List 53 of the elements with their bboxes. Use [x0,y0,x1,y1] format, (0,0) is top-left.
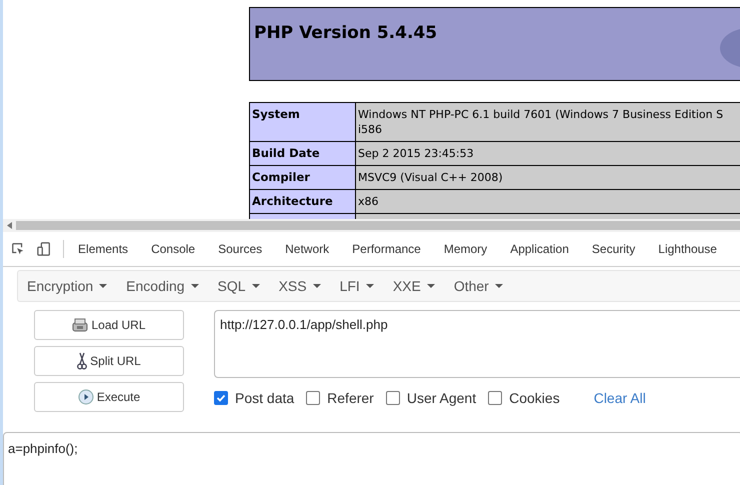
table-cell: x86 [356,190,740,214]
table-cell: MSVC9 (Visual C++ 2008) [356,166,740,190]
dropdown-menu[interactable]: XXE [388,278,439,294]
caret-icon [312,284,321,288]
play-circle-icon [78,389,94,405]
scissors-icon [77,352,88,370]
devtools-tab[interactable]: Elements [78,242,128,256]
action-button[interactable]: Execute [34,382,184,412]
caret-icon [99,284,108,288]
url-field[interactable]: http://127.0.0.1/app/shell.php [214,310,740,378]
clear-all-link[interactable]: Clear All [594,390,646,406]
table-cell: Compiler [250,166,356,190]
post-data-field[interactable]: a=phpinfo(); [3,432,740,485]
table-cell: Architecture [250,190,356,214]
dropdown-menu[interactable]: LFI [336,278,378,294]
horizontal-scrollbar[interactable] [3,219,740,232]
dropdown-menu[interactable]: XSS [274,278,325,294]
device-toolbar-icon[interactable] [37,241,52,257]
devtools-tab[interactable]: Application [510,242,569,256]
caret-icon [366,284,374,288]
table-cell: System [250,103,356,142]
devtools-tab[interactable]: Network [285,242,330,256]
devtools-tab[interactable]: Lighthouse [658,242,717,256]
table-cell: Build Date [250,142,356,166]
scroll-left-arrow-icon[interactable] [7,222,12,229]
table-cell: Windows NT PHP-PC 6.1 build 7601 (Windows 7 Business Edition S i586 [356,103,740,142]
dropdown-menu[interactable]: Encryption [23,278,112,294]
dropdown-menu[interactable]: Encoding [122,278,203,294]
action-button[interactable]: Load URL [34,310,184,340]
checkbox-label[interactable]: Cookies [509,390,560,406]
caret-icon [494,284,503,288]
devtools-tab[interactable]: Memory [444,242,488,256]
checkbox[interactable] [488,391,502,405]
caret-icon [190,284,199,288]
devtools-tab[interactable]: Sources [218,242,262,256]
dropdown-menu[interactable]: SQL [214,278,264,294]
load-drive-icon [72,318,88,332]
table-cell: Sep 2 2015 23:45:53 [356,142,740,166]
devtools-tab[interactable]: Performance [352,242,421,256]
action-button[interactable]: Split URL [34,346,184,376]
checkbox-label[interactable]: User Agent [406,390,476,406]
devtools-tab[interactable]: Security [592,242,636,256]
caret-icon [426,284,435,288]
php-version-title: PHP Version 5.4.45 [254,23,438,43]
inspect-cursor-icon[interactable] [11,241,26,257]
checkbox[interactable] [214,391,228,405]
checkbox[interactable] [386,391,400,405]
dropdown-menu[interactable]: Other [450,278,507,294]
devtools-tab[interactable]: Console [151,242,196,256]
checkbox-label[interactable]: Referer [327,390,374,406]
checkbox-label[interactable]: Post data [235,390,294,406]
caret-icon [252,284,260,288]
checkbox[interactable] [306,391,320,405]
